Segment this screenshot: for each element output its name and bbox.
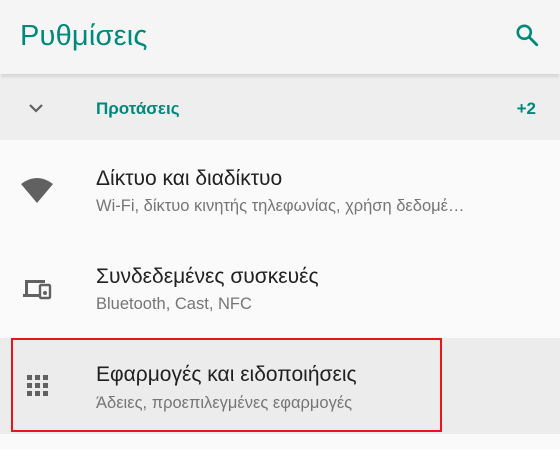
app-bar: Ρυθμίσεις (0, 0, 560, 74)
suggestions-label: Προτάσεις (96, 99, 180, 118)
list-bottom-padding (0, 434, 560, 449)
wifi-icon (20, 173, 54, 207)
settings-item-connected-devices[interactable]: Συνδεδεμένες συσκευές Bluetooth, Cast, N… (0, 240, 560, 336)
chevron-down-icon (29, 104, 43, 113)
item-title: Δίκτυο και διαδίκτυο (96, 167, 283, 190)
item-subtitle: Bluetooth, Cast, NFC (96, 295, 252, 313)
devices-icon (20, 271, 54, 305)
search-button[interactable] (512, 20, 542, 50)
item-subtitle: Wi-Fi, δίκτυο κινητής τηλεφωνίας, χρήση … (96, 197, 465, 215)
search-icon (516, 24, 539, 47)
suggestions-header[interactable]: Προτάσεις +2 (0, 76, 560, 140)
page-title: Ρυθμίσεις (20, 20, 148, 52)
item-title: Συνδεδεμένες συσκευές (96, 265, 319, 288)
suggestions-count: +2 (516, 99, 536, 118)
selection-highlight-box (11, 338, 442, 432)
settings-item-network[interactable]: Δίκτυο και διαδίκτυο Wi-Fi, δίκτυο κινητ… (0, 140, 560, 236)
